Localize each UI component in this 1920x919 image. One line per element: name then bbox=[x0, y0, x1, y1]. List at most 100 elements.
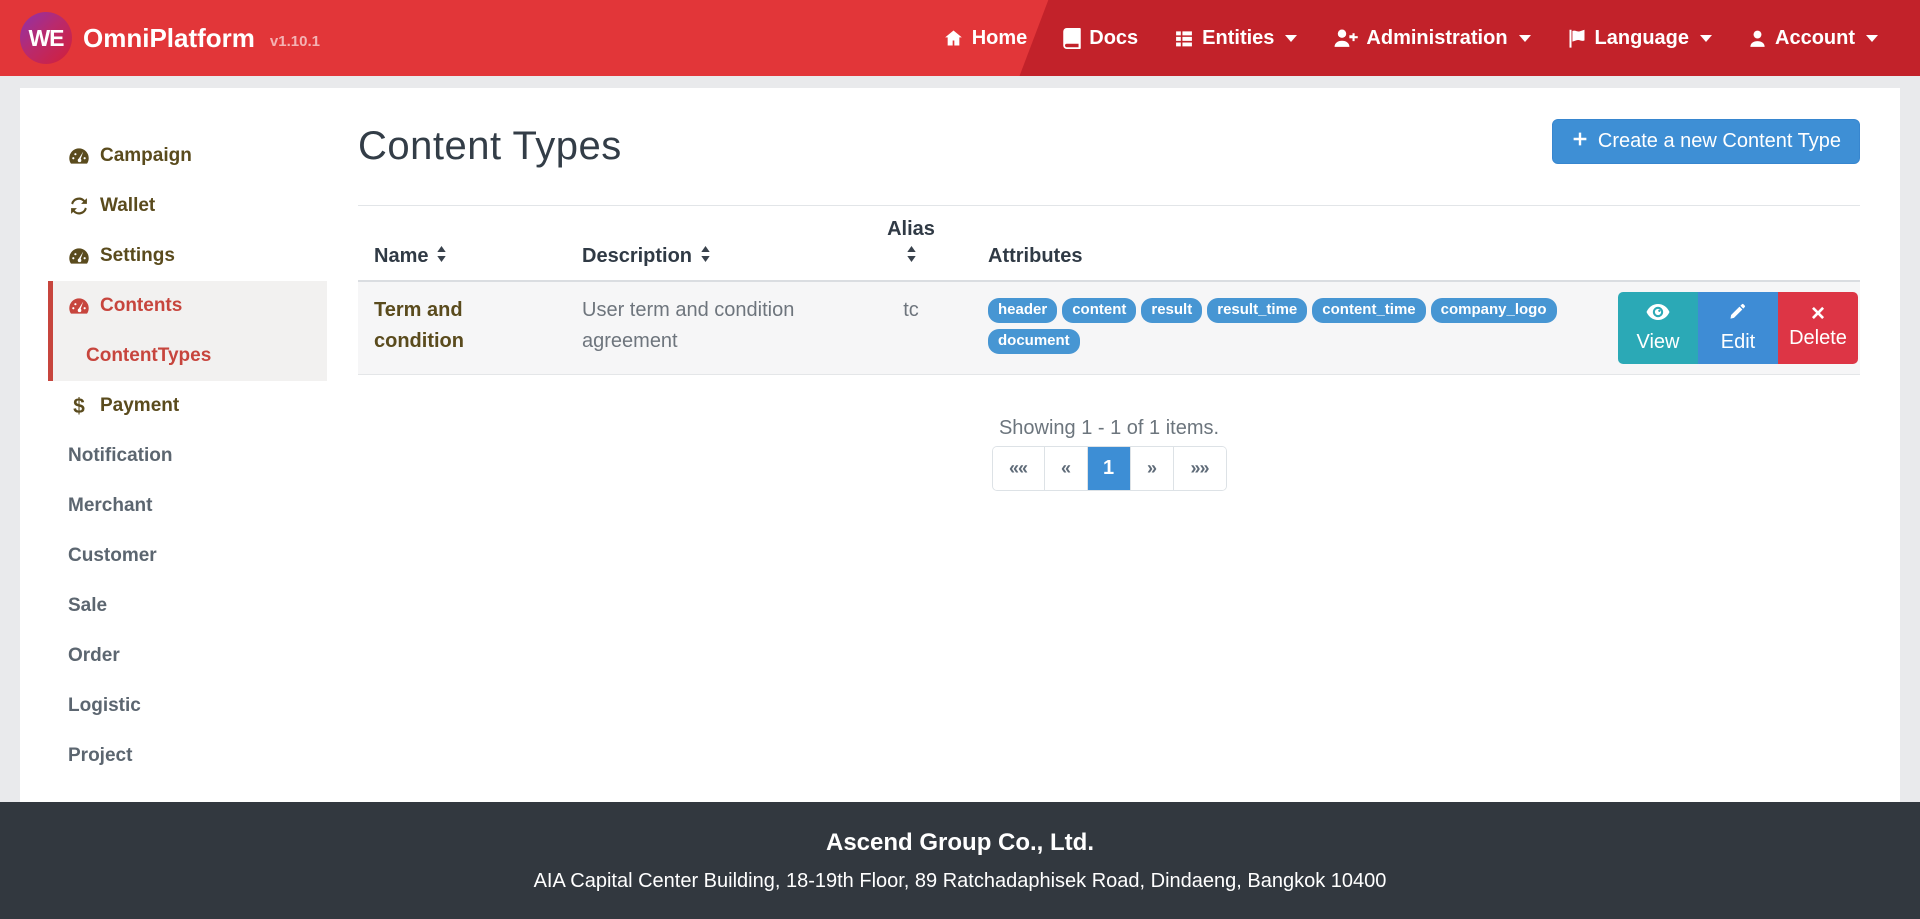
cell-alias: tc bbox=[861, 281, 961, 375]
nav-item-account[interactable]: Account bbox=[1748, 27, 1878, 50]
pagination-section: Showing 1 - 1 of 1 items. «« « 1 » »» bbox=[358, 417, 1860, 490]
sidebar-item-contents[interactable]: Contents bbox=[53, 281, 327, 331]
sidebar-active-group: Contents ContentTypes bbox=[48, 281, 327, 381]
sidebar-item-order[interactable]: Order bbox=[48, 631, 327, 681]
sidebar-item-label: Project bbox=[68, 745, 132, 767]
create-content-type-button[interactable]: Create a new Content Type bbox=[1552, 119, 1860, 164]
gauge-icon bbox=[68, 147, 90, 165]
sidebar: Campaign Wallet Settings Contents bbox=[20, 88, 345, 802]
sidebar-item-label: Wallet bbox=[100, 195, 155, 217]
sort-icon bbox=[906, 245, 917, 268]
attribute-badge: company_logo bbox=[1431, 298, 1557, 323]
sidebar-item-wallet[interactable]: Wallet bbox=[48, 181, 327, 231]
table-header-row: Name Description bbox=[358, 206, 1860, 282]
chevron-down-icon bbox=[1519, 35, 1531, 42]
nav-item-label: Administration bbox=[1366, 27, 1507, 50]
sort-alias[interactable]: Alias bbox=[887, 218, 935, 268]
nav-item-language[interactable]: Language bbox=[1567, 27, 1712, 50]
nav-item-docs[interactable]: Docs bbox=[1063, 27, 1138, 50]
sort-description[interactable]: Description bbox=[582, 245, 711, 268]
pagination-first-button[interactable]: «« bbox=[993, 447, 1045, 490]
header-alias: Alias bbox=[861, 206, 961, 282]
nav-item-label: Docs bbox=[1089, 27, 1138, 50]
pagination: «« « 1 » »» bbox=[993, 447, 1226, 490]
pagination-summary: Showing 1 - 1 of 1 items. bbox=[999, 417, 1219, 440]
main-header: Content Types Create a new Content Type bbox=[358, 118, 1860, 169]
attribute-badge: header bbox=[988, 298, 1057, 323]
page-title: Content Types bbox=[358, 124, 622, 169]
home-icon bbox=[943, 28, 964, 48]
cell-description: User term and condition agreement bbox=[566, 281, 861, 375]
cell-actions: View Edit × Delete bbox=[1604, 281, 1860, 375]
brand-version: v1.10.1 bbox=[270, 33, 320, 50]
cell-attributes: header content result result_time conten… bbox=[961, 281, 1604, 375]
close-icon: × bbox=[1811, 306, 1825, 322]
sidebar-item-notification[interactable]: Notification bbox=[48, 431, 327, 481]
sidebar-item-merchant[interactable]: Merchant bbox=[48, 481, 327, 531]
view-button[interactable]: View bbox=[1618, 292, 1698, 364]
pagination-last-button[interactable]: »» bbox=[1174, 447, 1226, 490]
nav-item-label: Home bbox=[972, 27, 1028, 50]
sidebar-item-label: Contents bbox=[100, 295, 182, 317]
sidebar-item-logistic[interactable]: Logistic bbox=[48, 681, 327, 731]
sidebar-nav: Campaign Wallet Settings Contents bbox=[48, 131, 327, 781]
nav-item-label: Language bbox=[1595, 27, 1689, 50]
sync-icon bbox=[68, 196, 90, 216]
header-name: Name bbox=[358, 206, 566, 282]
sidebar-item-sale[interactable]: Sale bbox=[48, 581, 327, 631]
table-row: Term and condition User term and conditi… bbox=[358, 281, 1860, 375]
sidebar-item-campaign[interactable]: Campaign bbox=[48, 131, 327, 181]
chevron-down-icon bbox=[1285, 35, 1297, 42]
attribute-badge: document bbox=[988, 329, 1080, 354]
cell-name[interactable]: Term and condition bbox=[358, 281, 566, 375]
sidebar-item-label: Order bbox=[68, 645, 120, 667]
attribute-badge: content_time bbox=[1312, 298, 1425, 323]
chevron-down-icon bbox=[1700, 35, 1712, 42]
pencil-icon bbox=[1729, 302, 1747, 326]
header-label: Alias bbox=[887, 218, 935, 241]
gauge-icon bbox=[68, 297, 90, 315]
page: WE OmniPlatform v1.10.1 Home Docs Entiti… bbox=[0, 0, 1920, 919]
nav-item-entities[interactable]: Entities bbox=[1174, 27, 1297, 50]
sidebar-item-label: Settings bbox=[100, 245, 175, 267]
footer-company: Ascend Group Co., Ltd. bbox=[826, 829, 1094, 857]
delete-button-label: Delete bbox=[1789, 327, 1847, 350]
sort-name[interactable]: Name bbox=[374, 245, 447, 268]
sidebar-item-label: Customer bbox=[68, 545, 157, 567]
brand-name: OmniPlatform bbox=[83, 23, 255, 54]
edit-button[interactable]: Edit bbox=[1698, 292, 1778, 364]
sidebar-item-label: Logistic bbox=[68, 695, 141, 717]
nav-item-home[interactable]: Home bbox=[943, 27, 1028, 50]
dollar-icon: $ bbox=[68, 396, 90, 417]
sidebar-item-label: ContentTypes bbox=[86, 345, 211, 367]
main-content: Content Types Create a new Content Type … bbox=[345, 88, 1900, 802]
header-description: Description bbox=[566, 206, 861, 282]
sidebar-item-label: Campaign bbox=[100, 145, 192, 167]
flag-icon bbox=[1567, 28, 1587, 49]
list-icon bbox=[1174, 29, 1194, 48]
header-label: Attributes bbox=[988, 245, 1082, 267]
sidebar-item-customer[interactable]: Customer bbox=[48, 531, 327, 581]
nav-item-administration[interactable]: Administration bbox=[1333, 27, 1530, 50]
pagination-prev-button[interactable]: « bbox=[1045, 447, 1088, 490]
sidebar-item-payment[interactable]: $ Payment bbox=[48, 381, 327, 431]
sidebar-item-project[interactable]: Project bbox=[48, 731, 327, 781]
brand-logo-text: WE bbox=[28, 25, 63, 52]
brand[interactable]: WE OmniPlatform v1.10.1 bbox=[0, 12, 320, 64]
sidebar-item-settings[interactable]: Settings bbox=[48, 231, 327, 281]
navbar: WE OmniPlatform v1.10.1 Home Docs Entiti… bbox=[0, 0, 1920, 76]
footer: Ascend Group Co., Ltd. AIA Capital Cente… bbox=[0, 802, 1920, 919]
header-label: Description bbox=[582, 245, 692, 268]
pagination-next-button[interactable]: » bbox=[1131, 447, 1174, 490]
attribute-badge: result bbox=[1141, 298, 1202, 323]
nav-item-label: Entities bbox=[1202, 27, 1274, 50]
header-label: Name bbox=[374, 245, 428, 268]
sort-icon bbox=[436, 245, 447, 268]
sidebar-item-label: Merchant bbox=[68, 495, 152, 517]
sidebar-item-contenttypes[interactable]: ContentTypes bbox=[53, 331, 327, 381]
sidebar-item-label: Payment bbox=[100, 395, 179, 417]
pagination-page-1[interactable]: 1 bbox=[1088, 447, 1131, 490]
attribute-badges: header content result result_time conten… bbox=[988, 295, 1588, 354]
content-types-table: Name Description bbox=[358, 205, 1860, 375]
delete-button[interactable]: × Delete bbox=[1778, 292, 1858, 364]
